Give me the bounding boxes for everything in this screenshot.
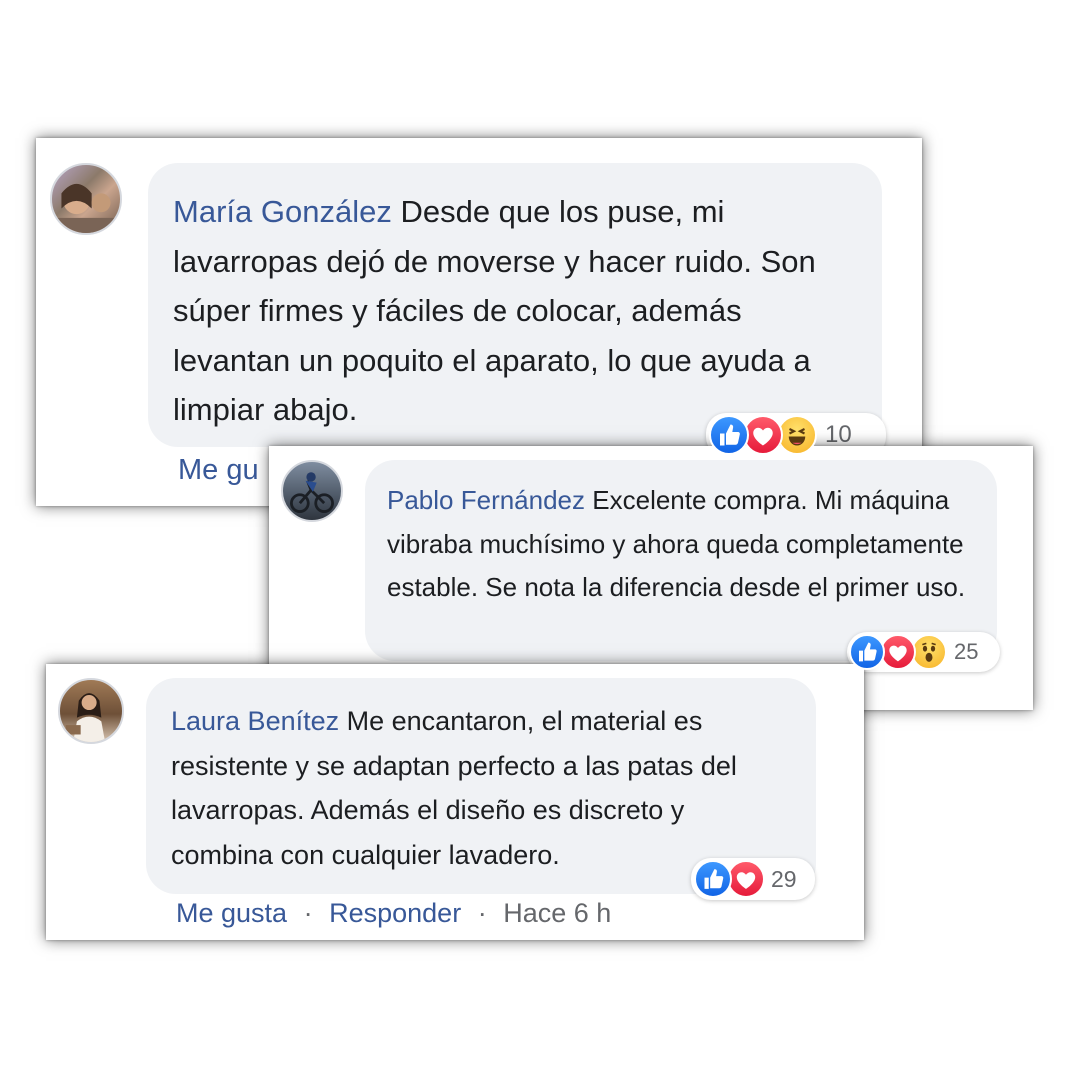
avatar[interactable] [58, 678, 124, 744]
comment-actions: Me gusta · Responder · Hace 6 h [176, 898, 611, 929]
love-icon [743, 415, 783, 455]
separator: · [303, 898, 313, 928]
separator: · [477, 898, 487, 928]
comment-bubble: María González Desde que los puse, mi la… [148, 163, 882, 447]
reaction-summary[interactable]: 25 [847, 632, 1000, 672]
avatar[interactable] [281, 460, 343, 522]
reaction-count: 10 [825, 421, 852, 448]
timestamp[interactable]: Hace 6 h [503, 898, 611, 928]
love-icon [880, 634, 916, 670]
love-icon [727, 860, 765, 898]
like-button[interactable]: Me gu [178, 454, 259, 486]
avatar[interactable] [50, 163, 122, 235]
reaction-summary[interactable]: 29 [691, 858, 815, 900]
comment-bubble: Pablo Fernández Excelente compra. Mi máq… [365, 460, 997, 661]
reaction-count: 25 [954, 639, 979, 664]
comment-actions: Me gu [178, 454, 259, 487]
reaction-count: 29 [771, 865, 797, 892]
like-button[interactable]: Me gusta [176, 898, 287, 928]
avatar-photo [65, 693, 106, 742]
author-name[interactable]: María González [173, 194, 392, 229]
haha-icon [777, 415, 817, 455]
comment-card-laura: Laura Benítez Me encantaron, el material… [46, 664, 864, 940]
avatar-photo [52, 183, 120, 233]
like-icon [849, 634, 885, 670]
author-name[interactable]: Laura Benítez [171, 706, 339, 736]
author-name[interactable]: Pablo Fernández [387, 485, 585, 515]
reply-button[interactable]: Responder [329, 898, 461, 928]
like-icon [709, 415, 749, 455]
avatar-photo [290, 472, 334, 513]
wow-icon [911, 634, 947, 670]
like-icon [694, 860, 732, 898]
